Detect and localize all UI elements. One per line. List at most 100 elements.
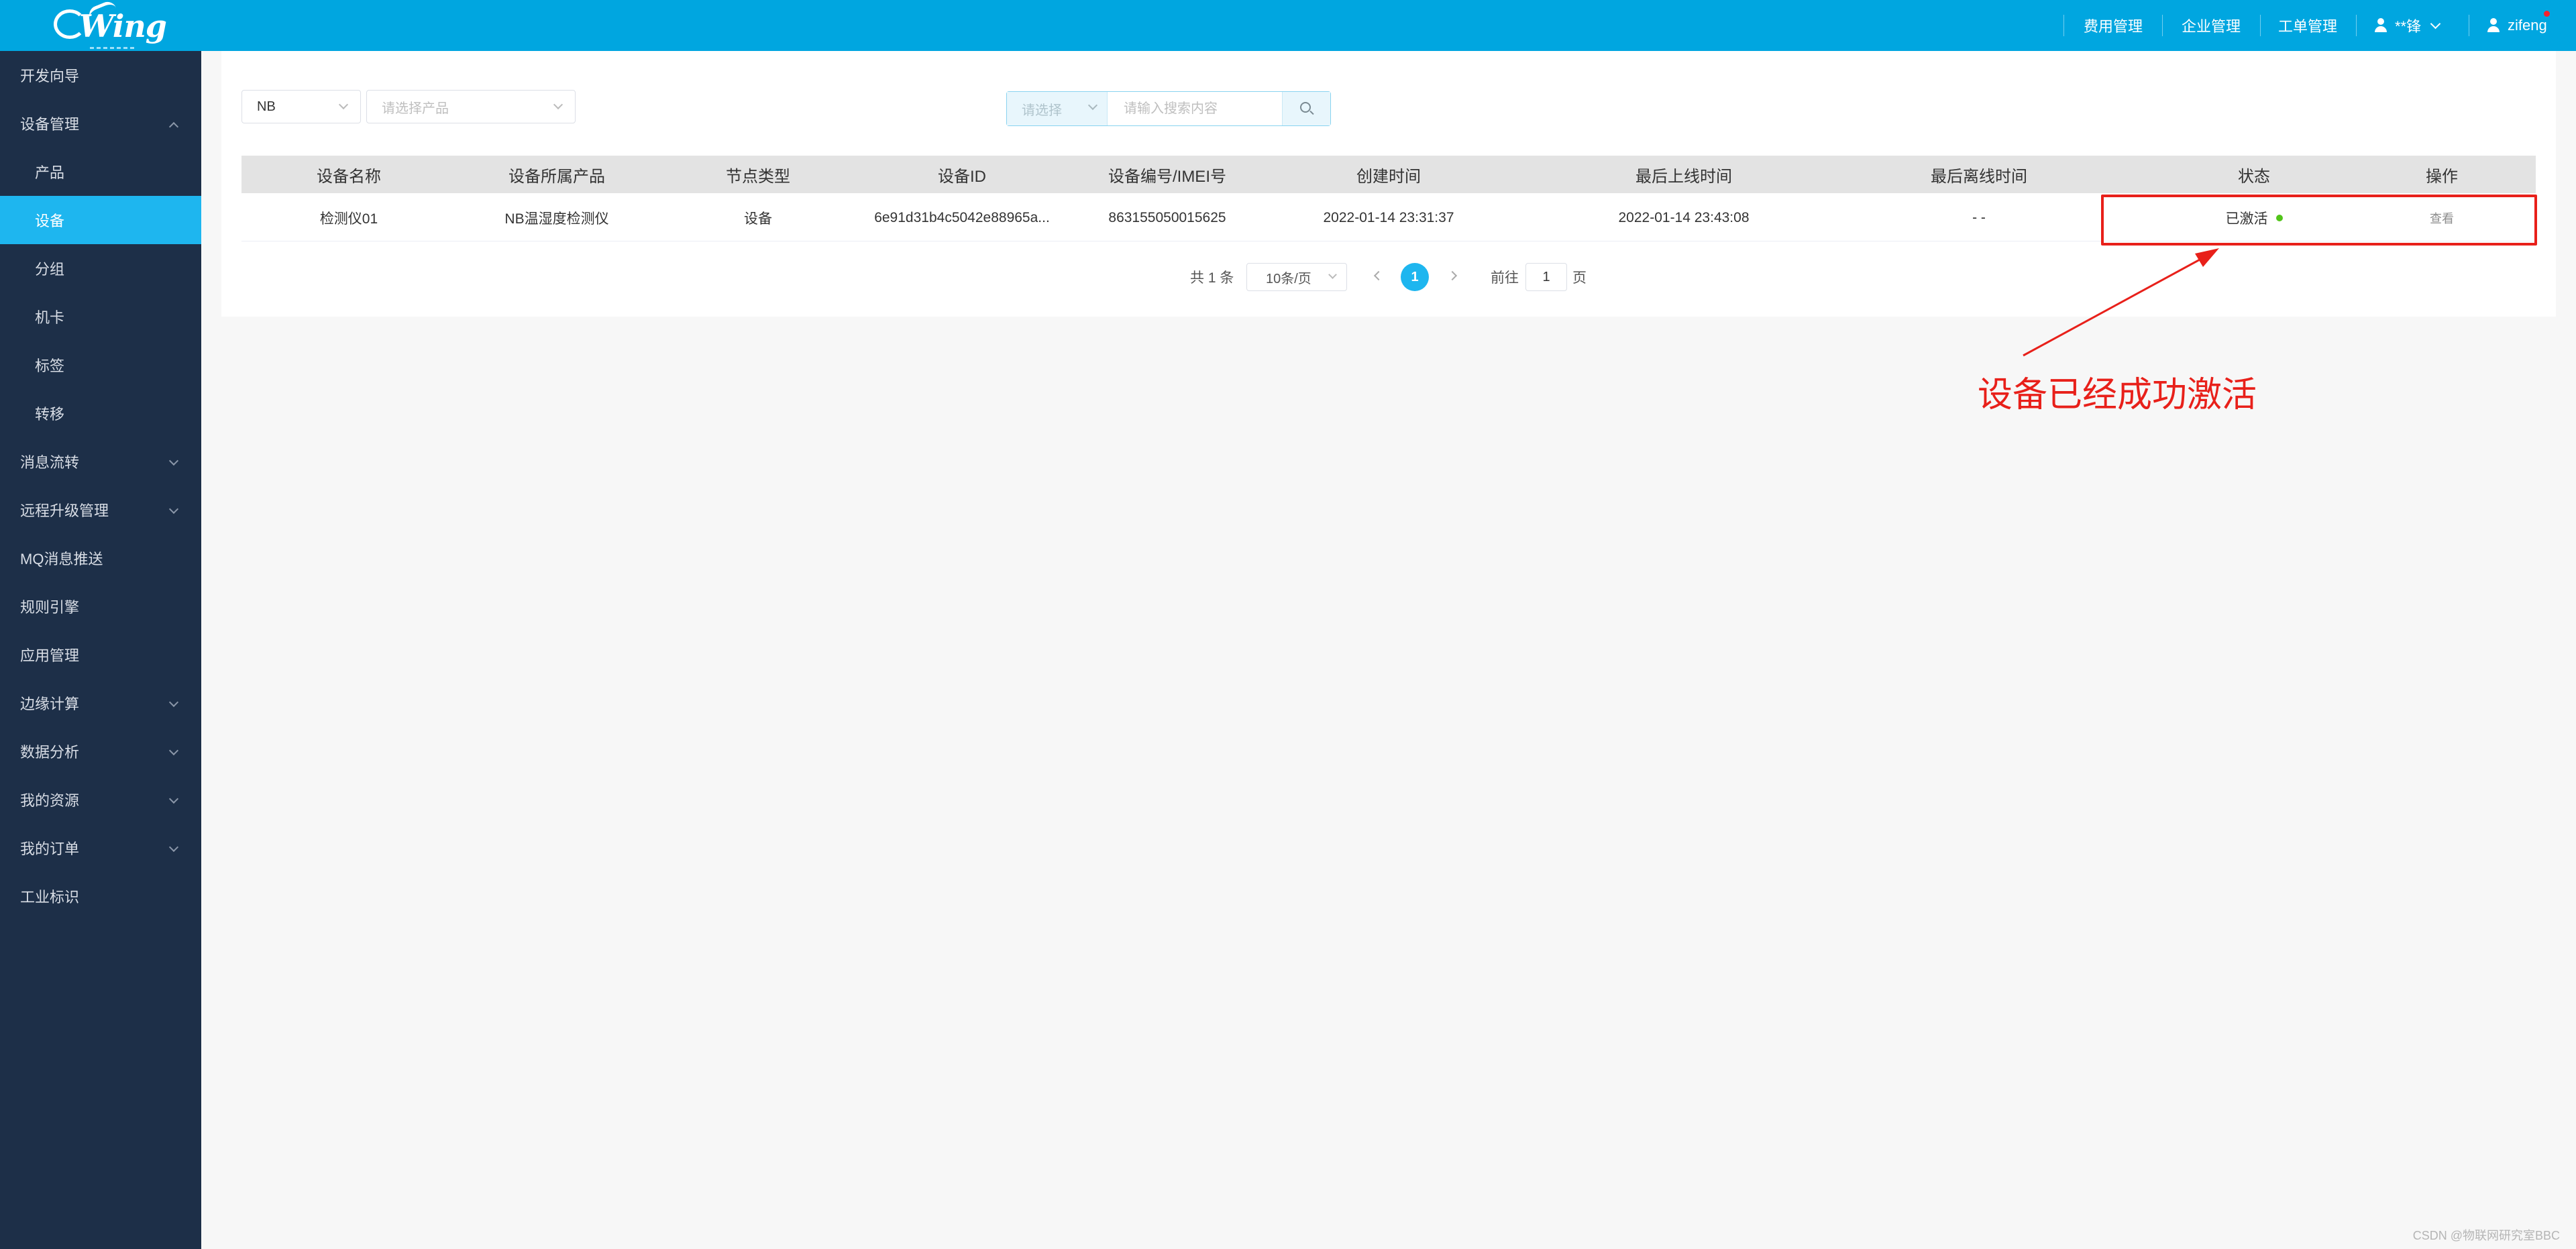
sidebar-item-data-analysis[interactable]: 数据分析 bbox=[0, 727, 201, 775]
sidebar-item-label: 分组 bbox=[35, 261, 65, 278]
cell-imei: 863155050015625 bbox=[1108, 210, 1226, 225]
nav-tickets[interactable]: 工单管理 bbox=[2278, 0, 2337, 51]
sidebar-item-my-resources[interactable]: 我的资源 bbox=[0, 775, 201, 824]
chevron-down-icon bbox=[1087, 100, 1098, 111]
chevron-down-icon bbox=[338, 99, 349, 110]
account-menu[interactable]: zifeng bbox=[2486, 0, 2547, 51]
sidebar-item-label: 边缘计算 bbox=[20, 696, 80, 712]
node-type-value: NB bbox=[257, 99, 276, 114]
top-header: Wing 费用管理 企业管理 工单管理 **锋 zifeng bbox=[0, 0, 2576, 51]
cell-node-type: 设备 bbox=[744, 211, 772, 227]
col-last-online[interactable]: 最后上线时间 bbox=[1543, 156, 1825, 193]
chevron-down-icon bbox=[168, 455, 179, 466]
sidebar-item-sim-cards[interactable]: 机卡 bbox=[0, 292, 201, 341]
sidebar-item-label: 消息流转 bbox=[20, 454, 80, 471]
sidebar-item-edge-computing[interactable]: 边缘计算 bbox=[0, 679, 201, 727]
sidebar-item-tags[interactable]: 标签 bbox=[0, 341, 201, 389]
sidebar-item-rule-engine[interactable]: 规则引擎 bbox=[0, 582, 201, 631]
chevron-down-icon bbox=[553, 99, 564, 110]
sidebar-item-my-orders[interactable]: 我的订单 bbox=[0, 824, 201, 872]
table-header: 设备名称 设备所属产品 节点类型 设备ID 设备编号/IMEI号 创建时间 最后… bbox=[241, 156, 2536, 193]
sidebar-item-groups[interactable]: 分组 bbox=[0, 244, 201, 292]
cell-product: NB温湿度检测仪 bbox=[504, 211, 609, 227]
sidebar-item-label: 机卡 bbox=[35, 309, 65, 326]
cell-device-name: 检测仪01 bbox=[319, 211, 378, 227]
sidebar-item-label: 远程升级管理 bbox=[20, 502, 109, 519]
col-created[interactable]: 创建时间 bbox=[1248, 156, 1529, 193]
goto-label: 前往 bbox=[1491, 270, 1519, 286]
header-divider bbox=[2162, 15, 2163, 36]
page-size-select[interactable]: 10条/页 bbox=[1246, 263, 1347, 291]
watermark: CSDN @物联网研究室BBC bbox=[2412, 1229, 2560, 1242]
chevron-down-icon bbox=[168, 697, 179, 708]
notification-dot bbox=[2544, 11, 2550, 17]
header-divider bbox=[2356, 15, 2357, 36]
col-product[interactable]: 设备所属产品 bbox=[449, 156, 664, 193]
sidebar-item-dev-guide[interactable]: 开发向导 bbox=[0, 51, 201, 99]
search-field-select[interactable]: 请选择 bbox=[1007, 92, 1108, 125]
user-icon bbox=[2486, 18, 2501, 33]
annotation-text: 设备已经成功激活 bbox=[1978, 375, 2257, 415]
annotation-highlight-box bbox=[2101, 195, 2537, 246]
sidebar-item-label: 设备 bbox=[35, 213, 65, 229]
col-node-type[interactable]: 节点类型 bbox=[657, 156, 859, 193]
cell-last-online: 2022-01-14 23:43:08 bbox=[1618, 210, 1750, 225]
sidebar-item-products[interactable]: 产品 bbox=[0, 148, 201, 196]
search-input[interactable] bbox=[1108, 92, 1283, 125]
sidebar-item-devices[interactable]: 设备 bbox=[0, 196, 201, 244]
node-type-select[interactable]: NB bbox=[241, 90, 361, 123]
search-button[interactable] bbox=[1282, 92, 1330, 125]
sidebar-item-ota[interactable]: 远程升级管理 bbox=[0, 486, 201, 534]
user-icon bbox=[2373, 18, 2388, 33]
chevron-down-icon bbox=[168, 842, 179, 853]
header-divider bbox=[2260, 15, 2261, 36]
sidebar-item-label: 转移 bbox=[35, 406, 65, 423]
sidebar-item-label: 标签 bbox=[35, 358, 65, 374]
sidebar-item-label: 规则引擎 bbox=[20, 599, 80, 616]
product-select[interactable]: 请选择产品 bbox=[366, 90, 576, 123]
goto-suffix: 页 bbox=[1572, 270, 1587, 286]
pagination-total: 共 1 条 bbox=[1190, 270, 1234, 286]
cell-device-id: 6e91d31b4c5042e88965a... bbox=[874, 210, 1050, 225]
col-imei[interactable]: 设备编号/IMEI号 bbox=[1060, 156, 1275, 193]
sidebar-item-label: 我的订单 bbox=[20, 840, 80, 857]
sidebar-item-label: 工业标识 bbox=[20, 889, 80, 906]
chevron-up-icon bbox=[168, 121, 179, 132]
sidebar-item-message-flow[interactable]: 消息流转 bbox=[0, 437, 201, 486]
col-last-offline[interactable]: 最后离线时间 bbox=[1838, 156, 2120, 193]
cell-created: 2022-01-14 23:31:37 bbox=[1323, 210, 1454, 225]
cell-last-offline: - - bbox=[1972, 210, 1986, 225]
col-device-id[interactable]: 设备ID bbox=[855, 156, 1069, 193]
sidebar-item-label: MQ消息推送 bbox=[20, 551, 103, 567]
sidebar-item-mq-push[interactable]: MQ消息推送 bbox=[0, 534, 201, 582]
nav-billing[interactable]: 费用管理 bbox=[2084, 0, 2143, 51]
chevron-down-icon bbox=[1328, 270, 1337, 279]
product-placeholder: 请选择产品 bbox=[382, 101, 449, 116]
nav-enterprise[interactable]: 企业管理 bbox=[2182, 0, 2241, 51]
sidebar: 开发向导 设备管理 产品 设备 分组 机卡 标签 转移 消息流转 远程升级管理 … bbox=[0, 51, 201, 1249]
user-name: **锋 bbox=[2395, 18, 2422, 35]
sidebar-item-app-management[interactable]: 应用管理 bbox=[0, 631, 201, 679]
header-divider bbox=[2063, 15, 2064, 36]
logo-text: Wing bbox=[79, 8, 167, 44]
col-device-name[interactable]: 设备名称 bbox=[241, 156, 456, 193]
sidebar-item-label: 开发向导 bbox=[20, 68, 80, 85]
account-name: zifeng bbox=[2508, 17, 2547, 34]
search-icon bbox=[1300, 102, 1311, 113]
chevron-down-icon bbox=[168, 794, 179, 804]
sidebar-item-industrial-id[interactable]: 工业标识 bbox=[0, 872, 201, 920]
page-1-button[interactable]: 1 bbox=[1401, 263, 1429, 291]
user-menu[interactable]: **锋 bbox=[2373, 0, 2441, 51]
logo-subtitle bbox=[90, 40, 144, 49]
sidebar-item-label: 产品 bbox=[35, 164, 65, 181]
sidebar-item-transfer[interactable]: 转移 bbox=[0, 389, 201, 437]
chevron-down-icon bbox=[168, 504, 179, 514]
goto-page-input[interactable]: 1 bbox=[1525, 263, 1567, 291]
col-actions[interactable]: 操作 bbox=[2348, 156, 2536, 193]
sidebar-item-device-management[interactable]: 设备管理 bbox=[0, 99, 201, 148]
sidebar-item-label: 应用管理 bbox=[20, 647, 80, 664]
sidebar-item-label: 数据分析 bbox=[20, 744, 80, 761]
chevron-down-icon bbox=[168, 745, 179, 756]
chevron-down-icon bbox=[2430, 18, 2441, 29]
sidebar-item-label: 我的资源 bbox=[20, 792, 80, 809]
